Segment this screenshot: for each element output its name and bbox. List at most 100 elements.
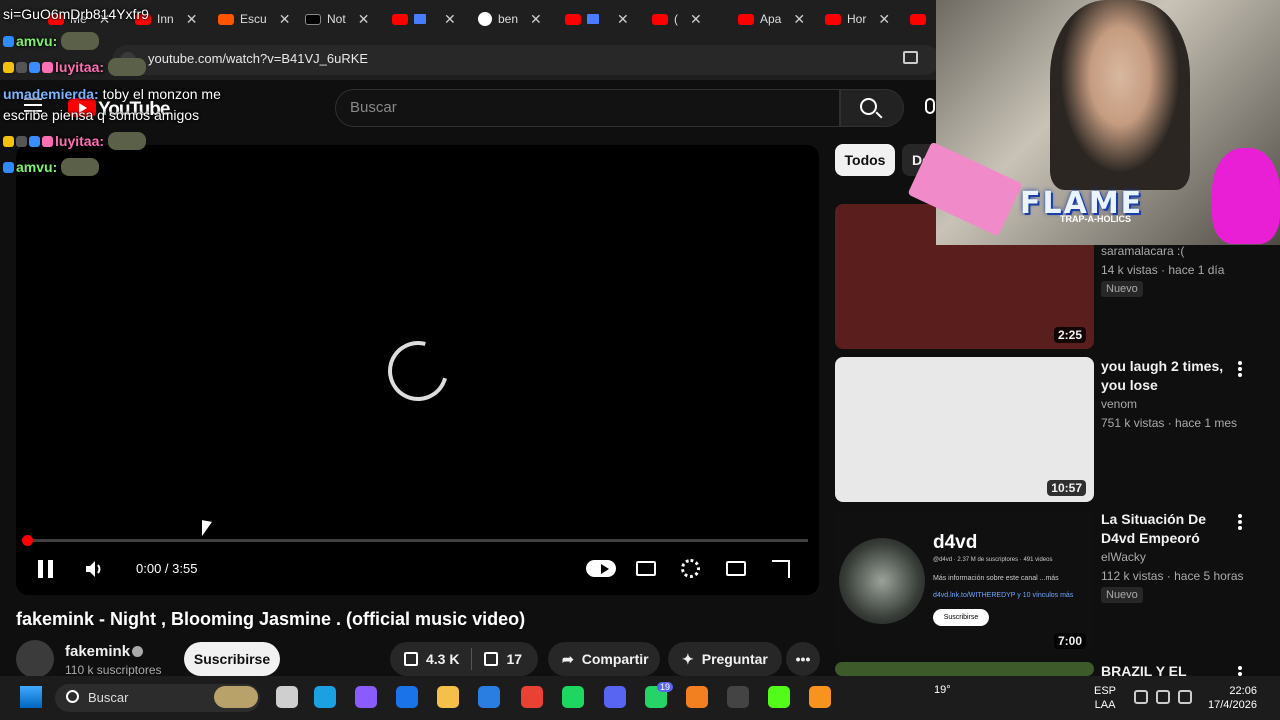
- dislike-icon[interactable]: [484, 652, 499, 666]
- microsoft-store-icon[interactable]: [478, 686, 500, 708]
- windows-start-icon[interactable]: [20, 686, 42, 708]
- subtitles-icon[interactable]: [636, 561, 656, 576]
- settings-gear-icon[interactable]: [681, 559, 700, 578]
- obs-icon[interactable]: [727, 686, 749, 708]
- close-tab-icon[interactable]: ✕: [530, 11, 542, 28]
- language-code: ESP: [1094, 685, 1117, 697]
- more-options-icon[interactable]: [1238, 514, 1242, 530]
- chrome-icon[interactable]: [521, 686, 543, 708]
- duck-wallpaper-icon[interactable]: [214, 686, 258, 708]
- fullscreen-icon[interactable]: [772, 560, 790, 578]
- chat-message: luyitaa:: [3, 132, 147, 150]
- recommendation-channel[interactable]: elWacky: [1101, 550, 1146, 564]
- close-tab-icon[interactable]: ✕: [358, 11, 370, 28]
- video-duration: 7:00: [1053, 633, 1086, 649]
- recommendation-title[interactable]: La Situación De D4vd Empeoró: [1101, 510, 1226, 548]
- close-tab-icon[interactable]: ✕: [793, 11, 805, 28]
- chat-message: amvu:: [3, 32, 100, 50]
- more-actions-button[interactable]: •••: [786, 642, 820, 676]
- close-tab-icon[interactable]: ✕: [186, 11, 198, 28]
- subscribe-button[interactable]: Suscribirse: [184, 642, 280, 676]
- ask-label: Preguntar: [701, 651, 768, 667]
- like-count[interactable]: 4.3 K: [426, 651, 459, 667]
- like-icon[interactable]: [404, 652, 418, 666]
- sparkle-icon: ✦: [682, 650, 694, 667]
- microphone-icon[interactable]: [925, 98, 935, 114]
- keyboard-layout: LAA: [1094, 699, 1116, 711]
- chip-all[interactable]: Todos: [835, 144, 895, 176]
- progress-scrubber[interactable]: [22, 535, 33, 546]
- youtube-icon: [738, 13, 754, 25]
- dislike-count[interactable]: 17: [506, 651, 522, 667]
- outlook-icon[interactable]: [396, 686, 418, 708]
- install-app-icon[interactable]: [903, 51, 918, 64]
- pause-icon[interactable]: [38, 560, 53, 578]
- browser-tab[interactable]: ✕: [392, 6, 456, 32]
- chat-message: umademierda: toby el monzon me: [3, 86, 221, 102]
- mouse-cursor-icon: [202, 520, 212, 538]
- browser-tab[interactable]: Not ✕: [305, 6, 369, 32]
- chat-text: toby el monzon me: [98, 86, 221, 102]
- language-indicator[interactable]: ESP LAA: [1094, 684, 1116, 712]
- browser-tab[interactable]: Escu ✕: [218, 6, 290, 32]
- video-duration: 2:25: [1053, 327, 1086, 343]
- recommendation-channel[interactable]: saramalacara :(: [1101, 244, 1184, 258]
- browser-tab[interactable]: ben ✕: [478, 6, 542, 32]
- close-tab-icon[interactable]: ✕: [444, 11, 456, 28]
- close-tab-icon[interactable]: ✕: [878, 11, 890, 28]
- chat-badge-icon: [3, 62, 14, 73]
- tab-label: (: [674, 12, 678, 26]
- d4vd-info: Más información sobre este canal ...más: [933, 575, 1059, 582]
- close-tab-icon[interactable]: ✕: [690, 11, 702, 28]
- channel-avatar[interactable]: [16, 640, 54, 678]
- browser-tab[interactable]: Hor ✕: [825, 6, 890, 32]
- file-explorer-icon[interactable]: [437, 686, 459, 708]
- progress-bar[interactable]: [26, 539, 808, 542]
- url-text[interactable]: youtube.com/watch?v=B41VJ_6uRKE: [148, 51, 368, 66]
- discord-icon[interactable]: [604, 686, 626, 708]
- kick-icon[interactable]: [768, 686, 790, 708]
- chat-message: si=GuO6mDrb814Yxfr9: [3, 6, 149, 22]
- cloudflare-icon[interactable]: [686, 686, 708, 708]
- more-options-icon[interactable]: [1238, 361, 1242, 377]
- search-input[interactable]: [335, 89, 840, 127]
- close-tab-icon[interactable]: ✕: [279, 11, 291, 28]
- network-icon[interactable]: [1134, 690, 1148, 704]
- edge-icon[interactable]: [314, 686, 336, 708]
- chat-badge-icon: [42, 136, 53, 147]
- spotify-icon[interactable]: [562, 686, 584, 708]
- task-view-icon[interactable]: [276, 686, 298, 708]
- video-thumbnail[interactable]: [835, 662, 1094, 676]
- channel-name[interactable]: fakemink: [65, 643, 130, 660]
- ask-button[interactable]: ✦ Preguntar: [668, 642, 782, 676]
- browser-tab[interactable]: (✕: [652, 6, 702, 32]
- share-button[interactable]: ➦ Compartir: [548, 642, 660, 676]
- weather-temperature[interactable]: 19°: [934, 684, 951, 696]
- chat-text: si=GuO6mDrb814Yxfr9: [3, 6, 149, 22]
- battery-icon[interactable]: [1178, 690, 1192, 704]
- close-tab-icon[interactable]: ✕: [617, 11, 629, 28]
- recommendation-channel[interactable]: venom: [1101, 397, 1137, 411]
- fl-studio-icon[interactable]: [809, 686, 831, 708]
- browser-tab[interactable]: Apa ✕: [738, 6, 805, 32]
- time-display: 0:00 / 3:55: [136, 561, 198, 576]
- recommendation-title[interactable]: you laugh 2 times, you lose: [1101, 357, 1226, 395]
- chat-username: amvu:: [16, 33, 58, 49]
- chat-message: escribe piensa q somos amigos: [3, 107, 199, 123]
- video-thumbnail[interactable]: 10:57: [835, 357, 1094, 502]
- browser-tab[interactable]: [910, 6, 932, 32]
- chat-badge-icon: [3, 136, 14, 147]
- buddha-figure-icon: [1212, 148, 1280, 244]
- browser-tab[interactable]: ✕: [565, 6, 629, 32]
- more-icon: •••: [795, 651, 811, 667]
- youtube-icon: [910, 13, 926, 25]
- copilot-icon[interactable]: [355, 686, 377, 708]
- google-icon: [478, 12, 492, 26]
- speaker-icon[interactable]: [1156, 690, 1170, 704]
- volume-icon[interactable]: [85, 560, 105, 578]
- autoplay-toggle[interactable]: [586, 560, 616, 577]
- youtube-icon: [652, 13, 668, 25]
- theater-mode-icon[interactable]: [726, 561, 746, 576]
- system-clock[interactable]: 22:06 17/4/2026: [1208, 684, 1257, 712]
- chat-message: luyitaa:: [3, 58, 147, 76]
